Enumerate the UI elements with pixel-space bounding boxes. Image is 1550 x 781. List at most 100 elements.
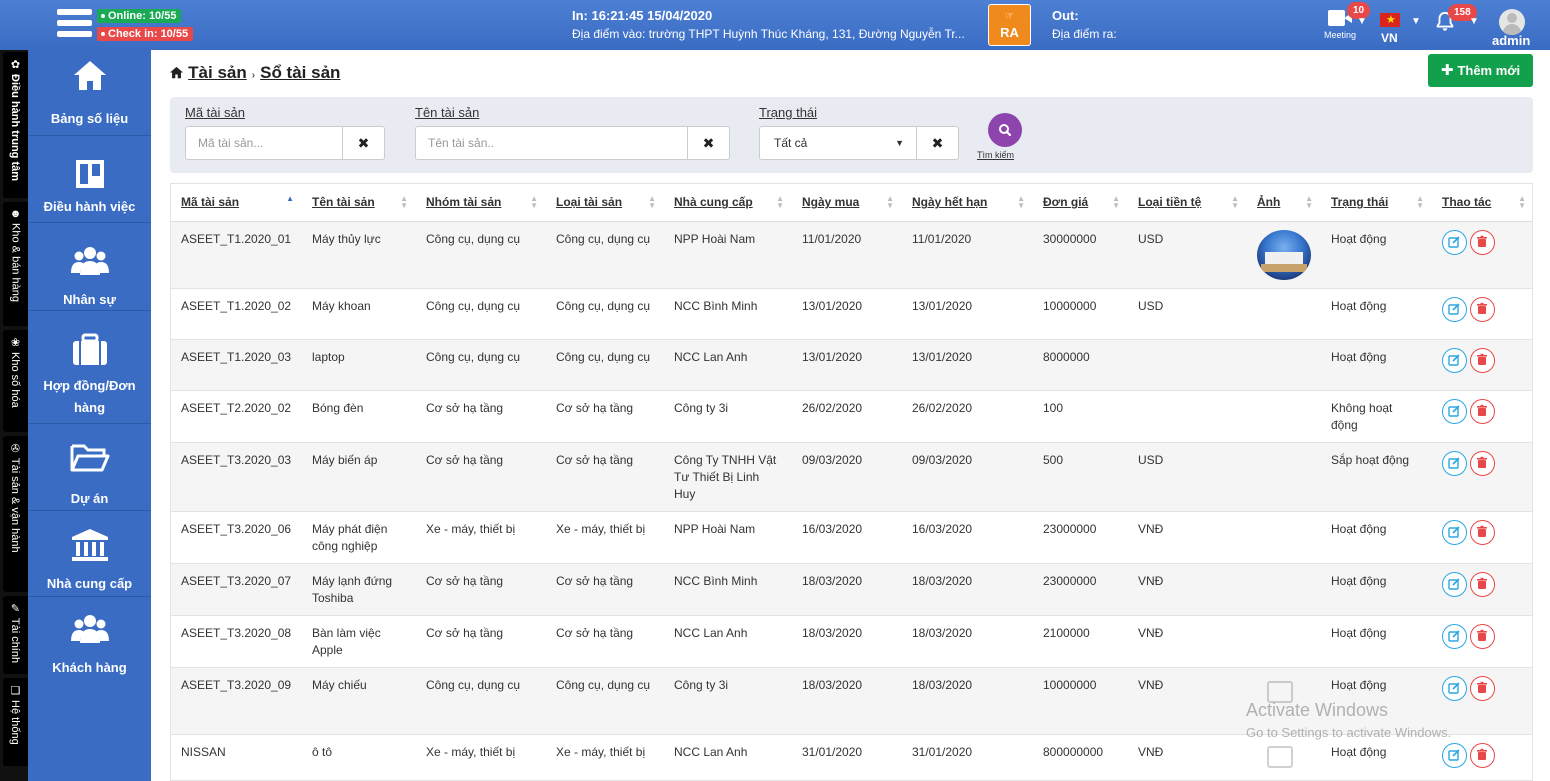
vietnam-flag-icon[interactable]: ★ [1380,13,1400,27]
delete-icon[interactable] [1470,398,1495,424]
cell-code: NISSAN [171,734,302,780]
user-name[interactable]: admin [1492,33,1530,48]
table-row[interactable]: ASEET_T1.2020_03 laptop Công cụ, dụng cụ Cô… [171,339,1532,391]
users-icon [70,247,109,275]
column-header[interactable]: Loại tiền tệ ▲ ▼ [1128,184,1247,222]
table-row[interactable]: ASEET_T3.2020_07 Máy lạnh đứng Toshiba Cơ … [171,563,1532,616]
cell-actions [1432,221,1532,289]
edit-icon[interactable] [1442,675,1467,701]
checkout-ra-button[interactable]: ☞ RA [988,4,1031,46]
edit-icon[interactable] [1442,296,1467,322]
table-row[interactable]: ASEET_T3.2020_08 Bàn làm việc Apple Cơ sở … [171,615,1532,668]
edit-icon[interactable] [1442,742,1467,768]
tab-he-thong[interactable]: ❏ Hệ thống [3,678,28,766]
add-new-button[interactable]: ✚ Thêm mới [1428,54,1533,87]
table-row[interactable]: ASEET_T3.2020_09 Máy chiếu Công cụ, dụng c… [171,667,1532,735]
edit-icon[interactable] [1442,229,1467,255]
delete-icon[interactable] [1470,296,1495,322]
column-header[interactable]: Tên tài sản ▲ ▼ [302,184,416,222]
column-header[interactable]: Nhóm tài sản ▲ ▼ [416,184,546,222]
nav-item-nha-cung-cap[interactable]: Nhà cung cấp [28,511,151,597]
nav-item-nhan-su[interactable]: Nhân sự [28,223,151,311]
delete-icon[interactable] [1470,347,1495,373]
language-chevron-down-icon[interactable]: ▼ [1411,16,1421,27]
table-row[interactable]: NISSAN ô tô Xe - máy, thiết bị Xe - máy, th… [171,734,1532,780]
tab-tai-chinh[interactable]: ✎ Tài chính [3,596,28,674]
delete-icon[interactable] [1470,571,1495,597]
table-row[interactable]: ASEET_T3.2020_06 Máy phát điện công nghiệ… [171,511,1532,564]
column-header[interactable]: Ngày mua ▲ ▼ [792,184,902,222]
delete-icon[interactable] [1470,519,1495,545]
table-row[interactable]: ASEET_T3.2020_03 Máy biến áp Cơ sở hạ tầng… [171,442,1532,512]
nav-item-dieu-hanh-viec[interactable]: Điều hành việc [28,136,151,223]
edit-icon[interactable] [1442,571,1467,597]
table-row[interactable]: ASEET_T2.2020_02 Bóng đèn Cơ sở hạ tầng Cơ … [171,390,1532,443]
cell-expire: 18/03/2020 [902,563,1033,616]
status-filter-label: Trạng thái [759,105,818,120]
name-filter-clear-icon[interactable]: ✖ [688,126,730,160]
tab-dieu-hanh-trung-tam[interactable]: ✿ Điều hành trung tâm [3,52,28,198]
tab-tai-san-van-hanh[interactable]: ✇ Tài sản & vận hành [3,436,28,592]
breadcrumb-root[interactable]: Tài sản [188,63,247,82]
cell-group: Cơ sở hạ tầng [416,442,546,512]
column-header[interactable]: Ngày hết hạn ▲ ▼ [902,184,1033,222]
code-filter-clear-icon[interactable]: ✖ [343,126,385,160]
nav-item-du-an[interactable]: Dự án [28,424,151,511]
cell-name: Máy thủy lực [302,221,416,289]
edit-icon[interactable] [1442,519,1467,545]
table-row[interactable]: ASEET_T1.2020_01 Máy thủy lực Công cụ, dụn… [171,221,1532,289]
column-header[interactable]: Ảnh ▲ ▼ [1247,184,1321,222]
online-status-badge: Online: 10/55 [97,9,182,23]
edit-icon[interactable] [1442,450,1467,476]
delete-icon[interactable] [1470,623,1495,649]
delete-icon[interactable] [1470,229,1495,255]
cell-price: 2100000 [1033,615,1128,668]
edit-icon[interactable] [1442,398,1467,424]
cell-image [1247,442,1321,512]
column-header[interactable]: Loại tài sản ▲ ▼ [546,184,664,222]
cell-type: Cơ sở hạ tầng [546,390,664,443]
edit-icon[interactable] [1442,347,1467,373]
search-button[interactable] [988,113,1022,147]
user-avatar[interactable] [1499,9,1525,35]
delete-icon[interactable] [1470,450,1495,476]
home-icon[interactable] [169,65,188,82]
nav-label: Nhân sự [63,292,116,307]
cell-price: 800000000 [1033,734,1128,780]
breadcrumb-separator: › [251,70,256,81]
cell-currency: VNĐ [1128,511,1247,564]
breadcrumb-current[interactable]: Sổ tài sản [260,63,340,82]
cell-type: Công cụ, dụng cụ [546,339,664,391]
menu-toggle-icon[interactable] [57,9,92,41]
table-row[interactable]: ASEET_T1.2020_02 Máy khoan Công cụ, dụng c… [171,288,1532,340]
edit-icon[interactable] [1442,623,1467,649]
cell-status: Sắp hoạt động [1321,442,1432,512]
delete-icon[interactable] [1470,742,1495,768]
column-header[interactable]: Nhà cung cấp ▲ ▼ [664,184,792,222]
filter-panel: Mã tài sản Mã tài sản... ✖ Tên tài sản T… [170,97,1533,173]
tab-kho-ban-hang[interactable]: ☻ Kho & bán hàng [3,202,28,326]
status-filter-clear-icon[interactable]: ✖ [917,126,959,160]
column-header[interactable]: Trạng thái ▲ ▼ [1321,184,1432,222]
tab-kho-so-hoa[interactable]: ❀ Kho số hóa [3,330,28,432]
cell-image [1247,339,1321,391]
search-button-label[interactable]: Tìm kiếm [977,150,1014,160]
cell-name: Máy lạnh đứng Toshiba [302,563,416,616]
column-header[interactable]: Mã tài sản ▲ [171,184,302,222]
nav-item-hop-dong-don-hang[interactable]: Hợp đồng/Đơn hàng [28,311,151,424]
name-filter-input[interactable]: Tên tài sản.. [415,126,688,160]
code-filter-input[interactable]: Mã tài sản... [185,126,343,160]
nav-item-khach-hang[interactable]: Khách hàng [28,597,151,683]
delete-icon[interactable] [1470,675,1495,701]
nav-item-bang-so-lieu[interactable]: Bảng số liệu [28,50,151,136]
column-header[interactable]: Thao tác ▲ ▼ [1432,184,1532,222]
bank-icon [71,529,108,561]
column-header[interactable]: Đơn giá ▲ ▼ [1033,184,1128,222]
cell-group: Cơ sở hạ tầng [416,563,546,616]
meeting-chevron-down-icon[interactable]: ▼ [1357,16,1367,27]
cell-name: laptop [302,339,416,391]
checkin-status-badge: Check in: 10/55 [97,27,194,41]
notification-chevron-down-icon[interactable]: ▼ [1469,16,1479,27]
asset-thumbnail[interactable] [1257,229,1311,280]
status-filter-select[interactable]: Tất cả ▼ [759,126,917,160]
